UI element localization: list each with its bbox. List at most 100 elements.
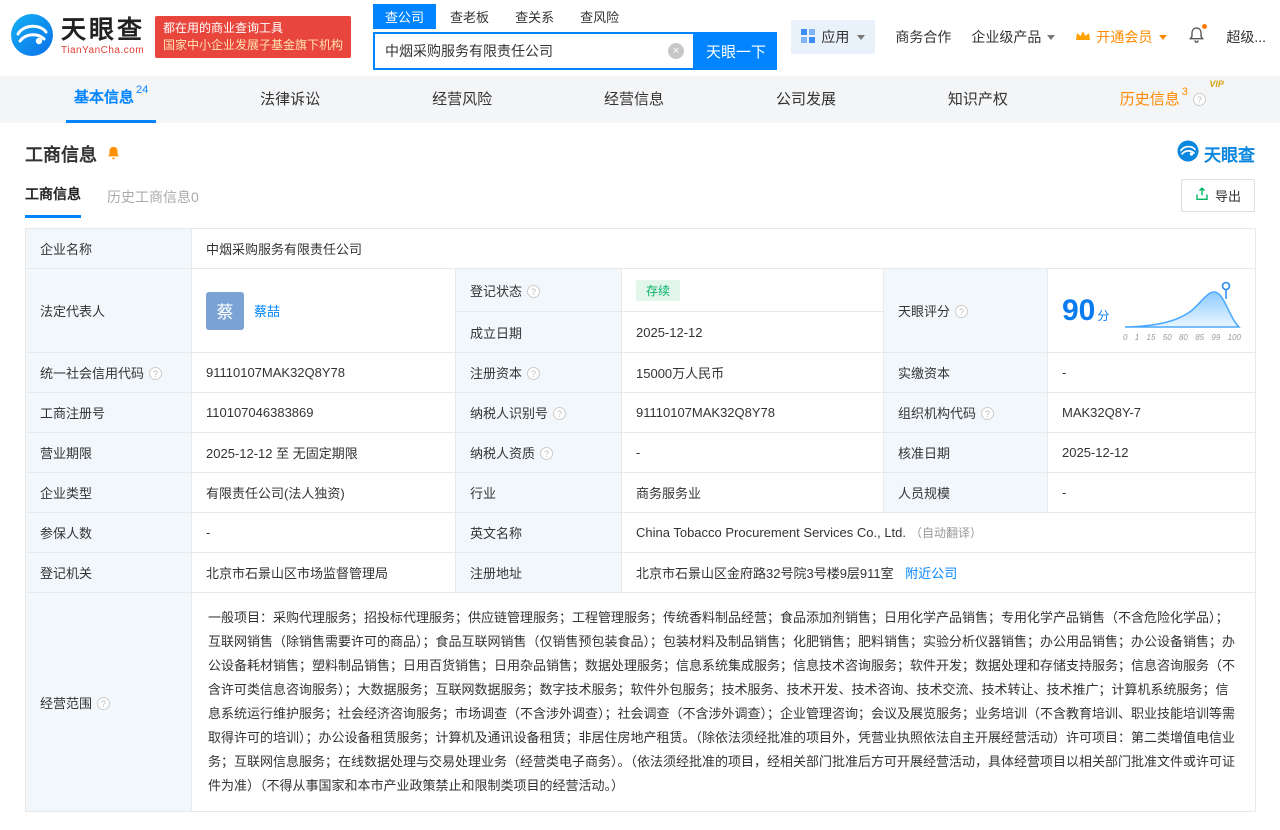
open-vip-label: 开通会员 bbox=[1096, 29, 1153, 45]
taxpayer-id-label-text: 纳税人识别号 bbox=[470, 406, 549, 421]
score-distribution-chart: 0 1 15 50 80 85 99 100 bbox=[1123, 279, 1241, 342]
reg-status-label: 登记状态? bbox=[455, 267, 622, 313]
score-unit: 分 bbox=[1097, 308, 1110, 323]
credit-code-value: 91110107MAK32Q8Y78 bbox=[191, 352, 456, 393]
info-icon[interactable]: ? bbox=[955, 305, 969, 318]
legal-rep-avatar[interactable]: 蔡 bbox=[206, 291, 244, 330]
tab-intellectual-property[interactable]: 知识产权 bbox=[940, 76, 1016, 123]
info-icon[interactable]: ? bbox=[553, 407, 567, 420]
table-row: 工商注册号 110107046383869 纳税人识别号? 91110107MA… bbox=[25, 392, 1257, 433]
reg-capital-label: 注册资本? bbox=[455, 352, 622, 393]
caret-down-icon bbox=[857, 34, 866, 40]
search-tab-boss[interactable]: 查老板 bbox=[438, 4, 501, 29]
tab-operating-risk-label: 经营风险 bbox=[432, 90, 493, 108]
subtab-history-registration[interactable]: 历史工商信息0 bbox=[107, 187, 199, 218]
tab-operating-risk[interactable]: 经营风险 bbox=[424, 76, 500, 123]
slogan-line2: 国家中小企业发展子基金旗下机构 bbox=[163, 38, 344, 52]
org-code-value: MAK32Q8Y-7 bbox=[1046, 392, 1257, 433]
search-button[interactable]: 天眼一下 bbox=[695, 32, 778, 70]
info-icon[interactable]: ? bbox=[527, 367, 541, 380]
industry-value: 商务服务业 bbox=[621, 472, 884, 513]
score-value: 90 分 bbox=[1062, 293, 1110, 327]
menu-cooperation[interactable]: 商务合作 bbox=[895, 27, 951, 47]
subscribe-bell-icon[interactable] bbox=[105, 145, 122, 162]
search-area: 查公司 查老板 查关系 查风险 × 天眼一下 bbox=[373, 4, 778, 70]
tab-history-info[interactable]: VIP 历史信息 3 ? bbox=[1112, 76, 1224, 123]
search-tab-relation[interactable]: 查关系 bbox=[503, 4, 566, 29]
section-title: 工商信息 bbox=[25, 144, 97, 165]
staff-size-value: - bbox=[1046, 472, 1257, 513]
tianyancha-logo-icon bbox=[10, 13, 54, 62]
export-label: 导出 bbox=[1214, 189, 1241, 204]
business-term-label: 营业期限 bbox=[25, 432, 192, 473]
notification-dot bbox=[1201, 23, 1209, 30]
menu-enterprise-label: 企业级产品 bbox=[971, 29, 1042, 45]
org-code-label: 组织机构代码? bbox=[883, 392, 1048, 433]
table-row: 营业期限 2025-12-12 至 无固定期限 纳税人资质? - 核准日期 20… bbox=[25, 432, 1257, 473]
taxpayer-id-value: 91110107MAK32Q8Y78 bbox=[621, 392, 884, 433]
apps-menu[interactable]: 应用 bbox=[791, 20, 876, 54]
notification-bell[interactable] bbox=[1187, 23, 1209, 48]
info-icon[interactable]: ? bbox=[981, 407, 995, 420]
clear-icon[interactable]: × bbox=[668, 43, 685, 59]
search-tab-risk[interactable]: 查风险 bbox=[568, 4, 631, 29]
company-name-label: 企业名称 bbox=[25, 228, 192, 269]
info-icon[interactable]: ? bbox=[540, 447, 554, 460]
score-label-text: 天眼评分 bbox=[898, 304, 951, 319]
nearby-companies-link[interactable]: 附近公司 bbox=[905, 566, 957, 581]
table-row: 企业名称 中烟采购服务有限责任公司 bbox=[25, 228, 1257, 269]
english-name-text: China Tobacco Procurement Services Co., … bbox=[636, 525, 907, 540]
tianyancha-logo[interactable]: 天眼查 TianYanCha.com bbox=[10, 13, 145, 62]
reg-address-value: 北京市石景山区金府路32号院3号楼9层911室 附近公司 bbox=[620, 552, 1257, 593]
english-name-value: China Tobacco Procurement Services Co., … bbox=[620, 512, 1257, 553]
search-type-tabs: 查公司 查老板 查关系 查风险 bbox=[373, 4, 777, 29]
tab-company-development-label: 公司发展 bbox=[775, 90, 836, 108]
credit-code-label-text: 统一社会信用代码 bbox=[40, 366, 145, 381]
tab-history-info-count: 3 bbox=[1181, 85, 1188, 98]
info-icon[interactable]: ? bbox=[97, 696, 111, 710]
crown-icon bbox=[1075, 29, 1091, 45]
staff-size-label: 人员规模 bbox=[883, 472, 1048, 513]
tab-basic-info[interactable]: 基本信息 24 bbox=[66, 76, 157, 123]
paid-capital-label: 实缴资本 bbox=[883, 352, 1048, 393]
menu-enterprise-products[interactable]: 企业级产品 bbox=[971, 27, 1056, 47]
vip-badge: VIP bbox=[1209, 79, 1224, 89]
table-row: 登记机关 北京市石景山区市场监督管理局 注册地址 北京市石景山区金府路32号院3… bbox=[25, 552, 1257, 593]
tianyancha-logo-icon bbox=[1177, 140, 1199, 167]
reg-status-value: 存续 bbox=[621, 267, 884, 313]
info-icon[interactable]: ? bbox=[527, 284, 541, 298]
taxpayer-quality-label: 纳税人资质? bbox=[455, 432, 622, 473]
tab-company-development[interactable]: 公司发展 bbox=[768, 76, 844, 123]
reg-authority-value: 北京市石景山区市场监督管理局 bbox=[191, 552, 456, 593]
score-number: 90 bbox=[1062, 293, 1096, 327]
paid-capital-value: - bbox=[1046, 352, 1257, 393]
tab-legal-proceedings[interactable]: 法律诉讼 bbox=[252, 76, 328, 123]
reg-capital-value: 15000万人民币 bbox=[621, 352, 884, 393]
industry-label: 行业 bbox=[455, 472, 622, 513]
export-icon bbox=[1195, 187, 1209, 204]
auto-translate-note: （自动翻译） bbox=[910, 526, 983, 540]
reg-number-label: 工商注册号 bbox=[25, 392, 192, 433]
search-tab-company[interactable]: 查公司 bbox=[373, 4, 437, 29]
score-cell: 90 分 0 1 15 50 80 85 99 100 bbox=[1046, 268, 1257, 353]
subtab-business-registration[interactable]: 工商信息 bbox=[25, 184, 81, 218]
section-header: 工商信息 天眼查 bbox=[0, 123, 1280, 169]
tab-basic-info-label: 基本信息 bbox=[74, 89, 135, 106]
table-row: 企业类型 有限责任公司(法人独资) 行业 商务服务业 人员规模 - bbox=[25, 472, 1257, 513]
info-icon[interactable]: ? bbox=[1192, 93, 1206, 106]
export-button[interactable]: 导出 bbox=[1180, 179, 1255, 212]
menu-super-vip[interactable]: 超级... bbox=[1226, 27, 1266, 47]
business-scope-label: 经营范围? bbox=[25, 592, 192, 812]
info-icon[interactable]: ? bbox=[149, 367, 163, 380]
legal-rep-cell: 蔡 蔡喆 bbox=[191, 268, 456, 353]
reg-authority-label: 登记机关 bbox=[25, 552, 192, 593]
tab-business-info[interactable]: 经营信息 bbox=[596, 76, 672, 123]
search-input[interactable] bbox=[375, 34, 694, 68]
reg-capital-label-text: 注册资本 bbox=[470, 366, 523, 381]
caret-down-icon bbox=[1047, 34, 1056, 40]
reg-status-label-text: 登记状态 bbox=[470, 283, 523, 299]
legal-rep-link[interactable]: 蔡喆 bbox=[254, 301, 280, 320]
reg-address-label: 注册地址 bbox=[455, 552, 622, 593]
taxpayer-id-label: 纳税人识别号? bbox=[455, 392, 622, 433]
open-vip-link[interactable]: 开通会员 bbox=[1075, 27, 1168, 47]
